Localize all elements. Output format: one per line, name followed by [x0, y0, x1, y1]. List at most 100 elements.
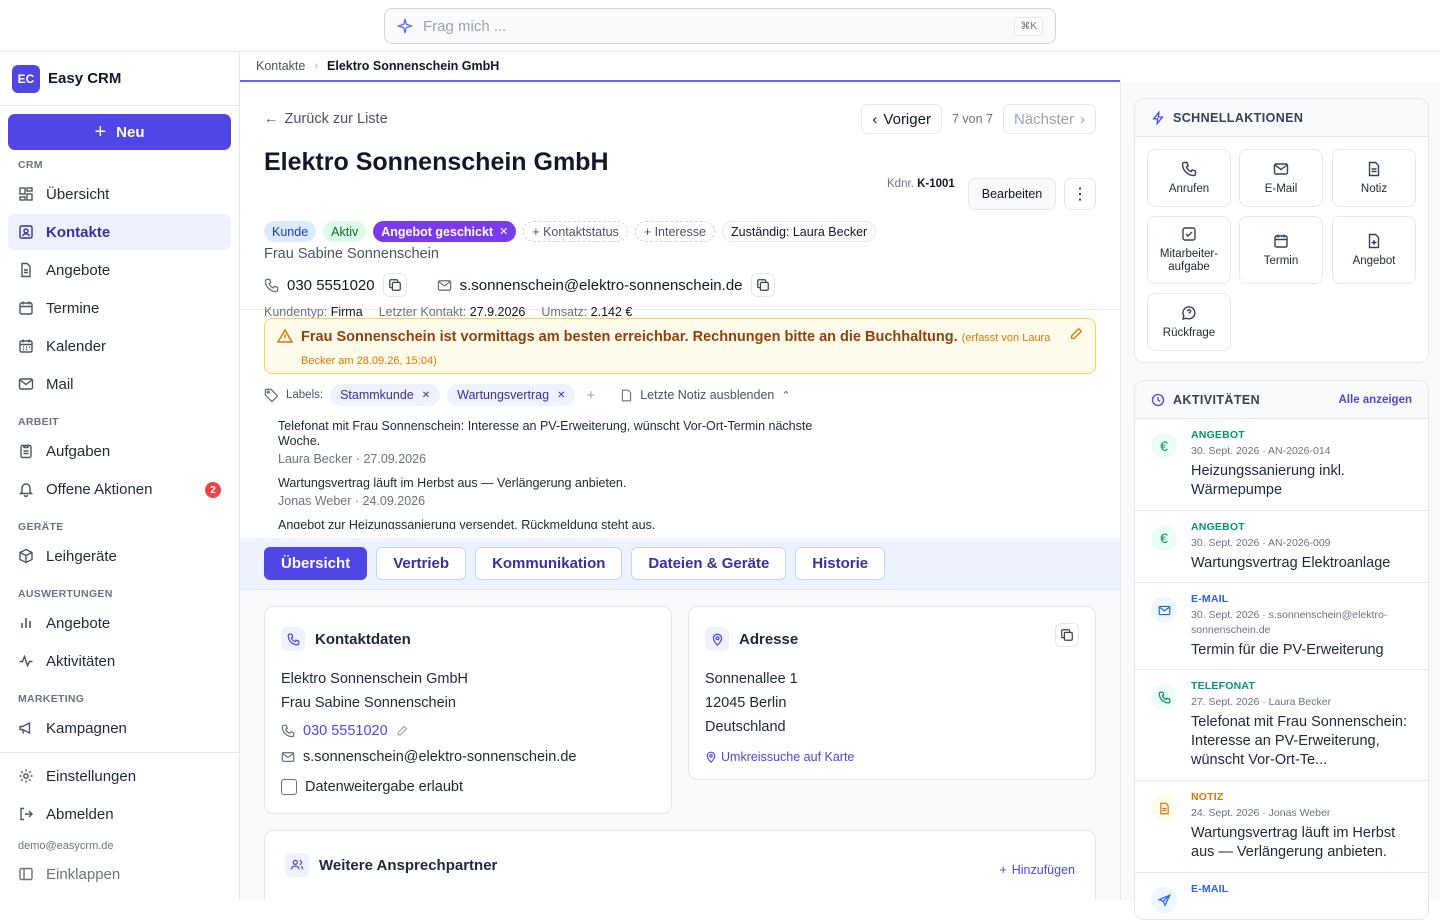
copy-email-button[interactable]: [750, 273, 775, 297]
close-icon[interactable]: ✕: [499, 225, 508, 238]
section-auswertungen: AUSWERTUNGEN: [18, 588, 113, 600]
quick-action-anrufen[interactable]: Anrufen: [1147, 149, 1231, 207]
tag-zustaendig[interactable]: Zuständig: Laura Becker: [722, 221, 877, 242]
sidebar-item-auswertung-angebote[interactable]: Angebote: [8, 605, 231, 641]
activity-item[interactable]: € ANGEBOT 30. Sept. 2026 · AN-2026-009 W…: [1135, 511, 1428, 583]
email-address[interactable]: s.sonnenschein@elektro-sonnenschein.de: [460, 277, 743, 294]
sidebar-item-uebersicht[interactable]: Übersicht: [8, 176, 231, 212]
new-button[interactable]: + Neu: [8, 114, 231, 150]
consent-checkbox[interactable]: [281, 779, 297, 795]
phone-row: 030 5551020: [281, 719, 655, 743]
toggle-last-note[interactable]: Letzte Notiz ausblenden: [640, 388, 774, 402]
copy-icon: [1061, 629, 1073, 641]
add-label-button[interactable]: +: [586, 387, 595, 404]
top-bar: Frag mich ... ⌘K: [0, 0, 1440, 52]
map-pin-icon: [706, 751, 716, 763]
email-value[interactable]: s.sonnenschein@elektro-sonnenschein.de: [303, 749, 576, 765]
note-author: Laura Becker · 27.09.2026: [278, 452, 427, 466]
activity-date: 27. Sept. 2026 · Laura Becker: [1191, 696, 1332, 708]
sidebar-item-offene-aktionen[interactable]: Offene Aktionen 2: [8, 471, 231, 507]
sidebar-item-aktivitaeten[interactable]: Aktivitäten: [8, 643, 231, 679]
note-icon: [622, 389, 632, 401]
breadcrumb-parent[interactable]: Kontakte: [256, 59, 305, 73]
sidebar-item-abmelden[interactable]: Abmelden: [8, 796, 231, 832]
shortcut-hint: ⌘K: [1014, 16, 1043, 36]
edit-button[interactable]: Bearbeiten: [968, 178, 1056, 210]
tag-kunde[interactable]: Kunde: [264, 221, 317, 242]
quick-action-label: Angebot: [1352, 254, 1396, 267]
tab-historie[interactable]: Historie: [795, 547, 886, 580]
sidebar-item-kalender[interactable]: Kalender: [8, 328, 231, 364]
back-label: Zurück zur Liste: [284, 111, 388, 127]
bell-icon: [18, 483, 34, 497]
quick-action-notiz[interactable]: Notiz: [1332, 149, 1416, 207]
mail-icon: [1151, 597, 1177, 623]
map-search-link[interactable]: Umkreissuche auf Karte: [705, 745, 1079, 769]
chevron-right-icon: ›: [314, 60, 319, 72]
person-name: Frau Sabine Sonnenschein: [281, 695, 456, 711]
add-contact-person-button[interactable]: + Hinzufügen: [999, 863, 1075, 877]
sidebar-item-angebote[interactable]: Angebote: [8, 252, 231, 288]
sidebar-item-label: Einklappen: [46, 865, 121, 883]
label-chip-text: Stammkunde: [340, 388, 414, 402]
activity-item[interactable]: NOTIZ 24. Sept. 2026 · Jonas Weber Wartu…: [1135, 781, 1428, 873]
label-part: aufgabe: [1168, 261, 1210, 273]
show-all-link[interactable]: Alle anzeigen: [1339, 394, 1413, 406]
quick-actions-card: SCHNELLAKTIONEN Anrufen E-Mail Notiz Mit…: [1134, 98, 1429, 363]
copy-address-button[interactable]: [1055, 623, 1079, 647]
activity-item[interactable]: TELEFONAT 27. Sept. 2026 · Laura Becker …: [1135, 670, 1428, 781]
quick-action-angebot[interactable]: Angebot: [1332, 216, 1416, 284]
tab-kommunikation[interactable]: Kommunikation: [475, 547, 623, 580]
tag-aktiv[interactable]: Aktiv: [323, 221, 367, 242]
add-label: Hinzufügen: [1011, 863, 1075, 877]
sidebar-item-leihgeraete[interactable]: Leihgeräte: [8, 538, 231, 574]
previous-button[interactable]: ‹ Voriger: [861, 104, 942, 134]
tag-angebot-geschickt[interactable]: Angebot geschickt ✕: [373, 221, 517, 242]
adresse-header: Adresse: [705, 627, 1079, 651]
lightning-icon: [1152, 110, 1164, 125]
copy-icon: [388, 279, 401, 291]
label-chip[interactable]: Wartungsvertrag ✕: [447, 384, 576, 406]
sidebar-item-kontakte[interactable]: Kontakte: [8, 214, 231, 250]
meta-label: Kundentyp:: [264, 305, 328, 319]
consent-label: Datenweitergabe erlaubt: [305, 779, 463, 795]
tab-vertrieb[interactable]: Vertrieb: [376, 547, 467, 580]
phone-number[interactable]: 030 5551020: [287, 277, 375, 294]
activity-item[interactable]: E-MAIL 30. Sept. 2026 · s.sonnenschein@e…: [1135, 583, 1428, 670]
copy-phone-button[interactable]: [382, 273, 407, 297]
search-input[interactable]: Frag mich ...: [423, 18, 1014, 35]
tab-dateien-geraete[interactable]: Dateien & Geräte: [631, 547, 787, 580]
pencil-icon[interactable]: [1069, 327, 1083, 341]
mail-icon: [437, 279, 451, 291]
note-icon: [1151, 795, 1177, 821]
sidebar-collapse[interactable]: Einklappen: [8, 856, 231, 892]
quick-action-label: Mitarbeiter-aufgabe: [1160, 248, 1218, 274]
sidebar-item-mail[interactable]: Mail: [8, 366, 231, 402]
section-arbeit: ARBEIT: [18, 416, 59, 428]
activity-item[interactable]: E-MAIL: [1135, 873, 1428, 919]
notes-list: Telefonat mit Frau Sonnenschein: Interes…: [278, 419, 838, 529]
tab-uebersicht[interactable]: Übersicht: [264, 547, 368, 580]
pencil-icon[interactable]: [396, 725, 408, 737]
sidebar-item-kampagnen[interactable]: Kampagnen: [8, 710, 231, 746]
close-icon[interactable]: ✕: [557, 390, 565, 401]
note-icon: [1368, 161, 1380, 176]
back-to-list-link[interactable]: ← Zurück zur Liste: [264, 111, 388, 127]
quick-action-email[interactable]: E-Mail: [1239, 149, 1323, 207]
label-chip[interactable]: Stammkunde ✕: [330, 384, 441, 406]
quick-action-termin[interactable]: Termin: [1239, 216, 1323, 284]
activity-item[interactable]: € ANGEBOT 30. Sept. 2026 · AN-2026-014 H…: [1135, 419, 1428, 511]
note-text: Telefonat mit Frau Sonnenschein: Interes…: [278, 419, 813, 448]
quick-action-rueckfrage[interactable]: Rückfrage: [1147, 293, 1231, 351]
phone-link[interactable]: 030 5551020: [303, 723, 388, 739]
add-interesse-button[interactable]: + Interesse: [634, 221, 716, 242]
quick-action-mitarbeiteraufgabe[interactable]: Mitarbeiter-aufgabe: [1147, 216, 1231, 284]
ask-ai-search[interactable]: Frag mich ... ⌘K: [384, 8, 1056, 44]
sidebar-item-aufgaben[interactable]: Aufgaben: [8, 433, 231, 469]
sidebar-item-termine[interactable]: Termine: [8, 290, 231, 326]
add-kontaktstatus-button[interactable]: + Kontaktstatus: [523, 221, 628, 242]
sidebar-item-einstellungen[interactable]: Einstellungen: [8, 758, 231, 794]
next-button[interactable]: Nächster ›: [1002, 104, 1096, 134]
close-icon[interactable]: ✕: [422, 390, 430, 401]
more-options-button[interactable]: ⋮: [1064, 178, 1096, 210]
